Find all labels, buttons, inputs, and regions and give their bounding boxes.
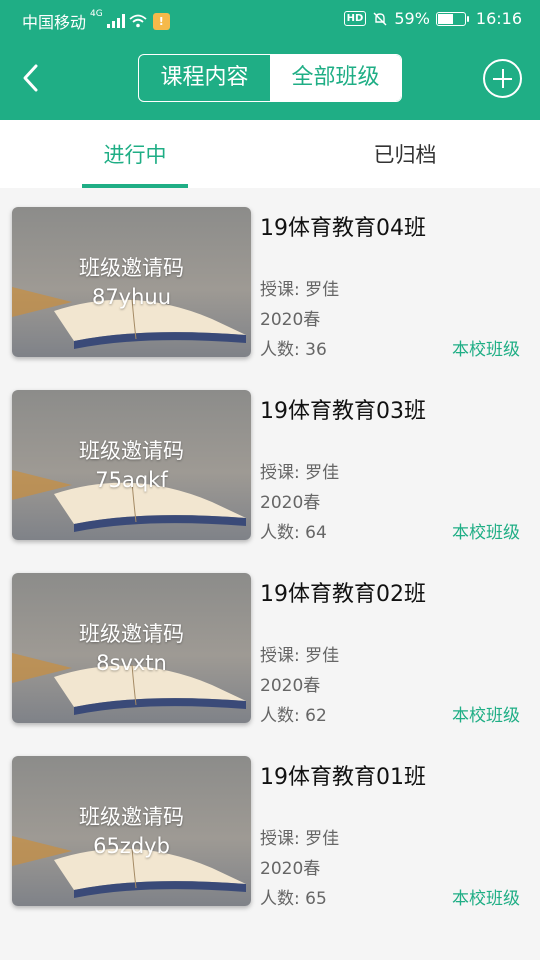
class-student-count: 人数: 65 bbox=[260, 889, 327, 909]
class-name: 19体育教育03班 bbox=[260, 399, 426, 424]
class-cover-image: 班级邀请码 87yhuu bbox=[12, 207, 251, 357]
tab-archived[interactable]: 已归档 bbox=[352, 120, 458, 188]
network-type: 4G bbox=[90, 9, 103, 19]
wifi-icon bbox=[129, 14, 147, 28]
segment-all-classes[interactable]: 全部班级 bbox=[270, 55, 401, 101]
school-class-tag: 本校班级 bbox=[452, 523, 520, 543]
add-class-button[interactable] bbox=[483, 59, 522, 98]
signal-icon bbox=[106, 14, 125, 28]
invite-code: 87yhuu bbox=[91, 285, 172, 309]
tab-in-progress[interactable]: 进行中 bbox=[82, 120, 188, 188]
segment-course-content[interactable]: 课程内容 bbox=[139, 55, 270, 101]
class-name: 19体育教育02班 bbox=[260, 582, 426, 607]
school-class-tag: 本校班级 bbox=[452, 706, 520, 726]
class-student-count: 人数: 64 bbox=[260, 523, 327, 543]
status-bar: 中国移动 4G ! HD 59% 16:16 bbox=[0, 0, 540, 38]
class-card[interactable]: 班级邀请码 8svxtn 19体育教育02班 授课: 罗佳 2020春 人数: … bbox=[0, 554, 540, 737]
battery-icon bbox=[435, 11, 469, 26]
invite-code-label: 班级邀请码 bbox=[79, 439, 184, 463]
class-name: 19体育教育04班 bbox=[260, 216, 426, 241]
invite-code: 65zdyb bbox=[93, 834, 170, 858]
class-teacher: 授课: 罗佳 bbox=[260, 646, 340, 666]
class-term: 2020春 bbox=[260, 676, 321, 696]
invite-code-label: 班级邀请码 bbox=[79, 256, 184, 280]
class-term: 2020春 bbox=[260, 310, 321, 330]
class-cover-image: 班级邀请码 8svxtn bbox=[12, 573, 251, 723]
class-term: 2020春 bbox=[260, 859, 321, 879]
invite-code-label: 班级邀请码 bbox=[79, 805, 184, 829]
invite-code: 75aqkf bbox=[95, 468, 168, 492]
class-teacher: 授课: 罗佳 bbox=[260, 463, 340, 483]
back-button[interactable] bbox=[14, 58, 48, 98]
class-card[interactable]: 班级邀请码 75aqkf 19体育教育03班 授课: 罗佳 2020春 人数: … bbox=[0, 371, 540, 554]
mute-bell-icon bbox=[373, 12, 387, 25]
class-cover-image: 班级邀请码 75aqkf bbox=[12, 390, 251, 540]
class-student-count: 人数: 36 bbox=[260, 340, 327, 360]
carrier-label: 中国移动 bbox=[22, 13, 87, 32]
class-term: 2020春 bbox=[260, 493, 321, 513]
class-student-count: 人数: 62 bbox=[260, 706, 327, 726]
invite-code: 8svxtn bbox=[96, 651, 167, 675]
school-class-tag: 本校班级 bbox=[452, 889, 520, 909]
hd-icon: HD bbox=[343, 11, 367, 26]
class-teacher: 授课: 罗佳 bbox=[260, 280, 340, 300]
class-cover-image: 班级邀请码 65zdyb bbox=[12, 756, 251, 906]
notification-icon: ! bbox=[152, 12, 170, 30]
segment-control: 课程内容 全部班级 bbox=[138, 54, 402, 102]
tab-bar: 进行中 已归档 bbox=[0, 120, 540, 188]
battery-percent: 59% bbox=[394, 9, 430, 28]
app-header: 中国移动 4G ! HD 59% 16:16 课程内容 全部班级 bbox=[0, 0, 540, 120]
invite-code-label: 班级邀请码 bbox=[79, 622, 184, 646]
class-card[interactable]: 班级邀请码 87yhuu 19体育教育04班 授课: 罗佳 2020春 人数: … bbox=[0, 188, 540, 371]
school-class-tag: 本校班级 bbox=[452, 340, 520, 360]
class-card[interactable]: 班级邀请码 65zdyb 19体育教育01班 授课: 罗佳 2020春 人数: … bbox=[0, 737, 540, 920]
class-name: 19体育教育01班 bbox=[260, 765, 426, 790]
clock: 16:16 bbox=[475, 9, 522, 28]
class-teacher: 授课: 罗佳 bbox=[260, 829, 340, 849]
